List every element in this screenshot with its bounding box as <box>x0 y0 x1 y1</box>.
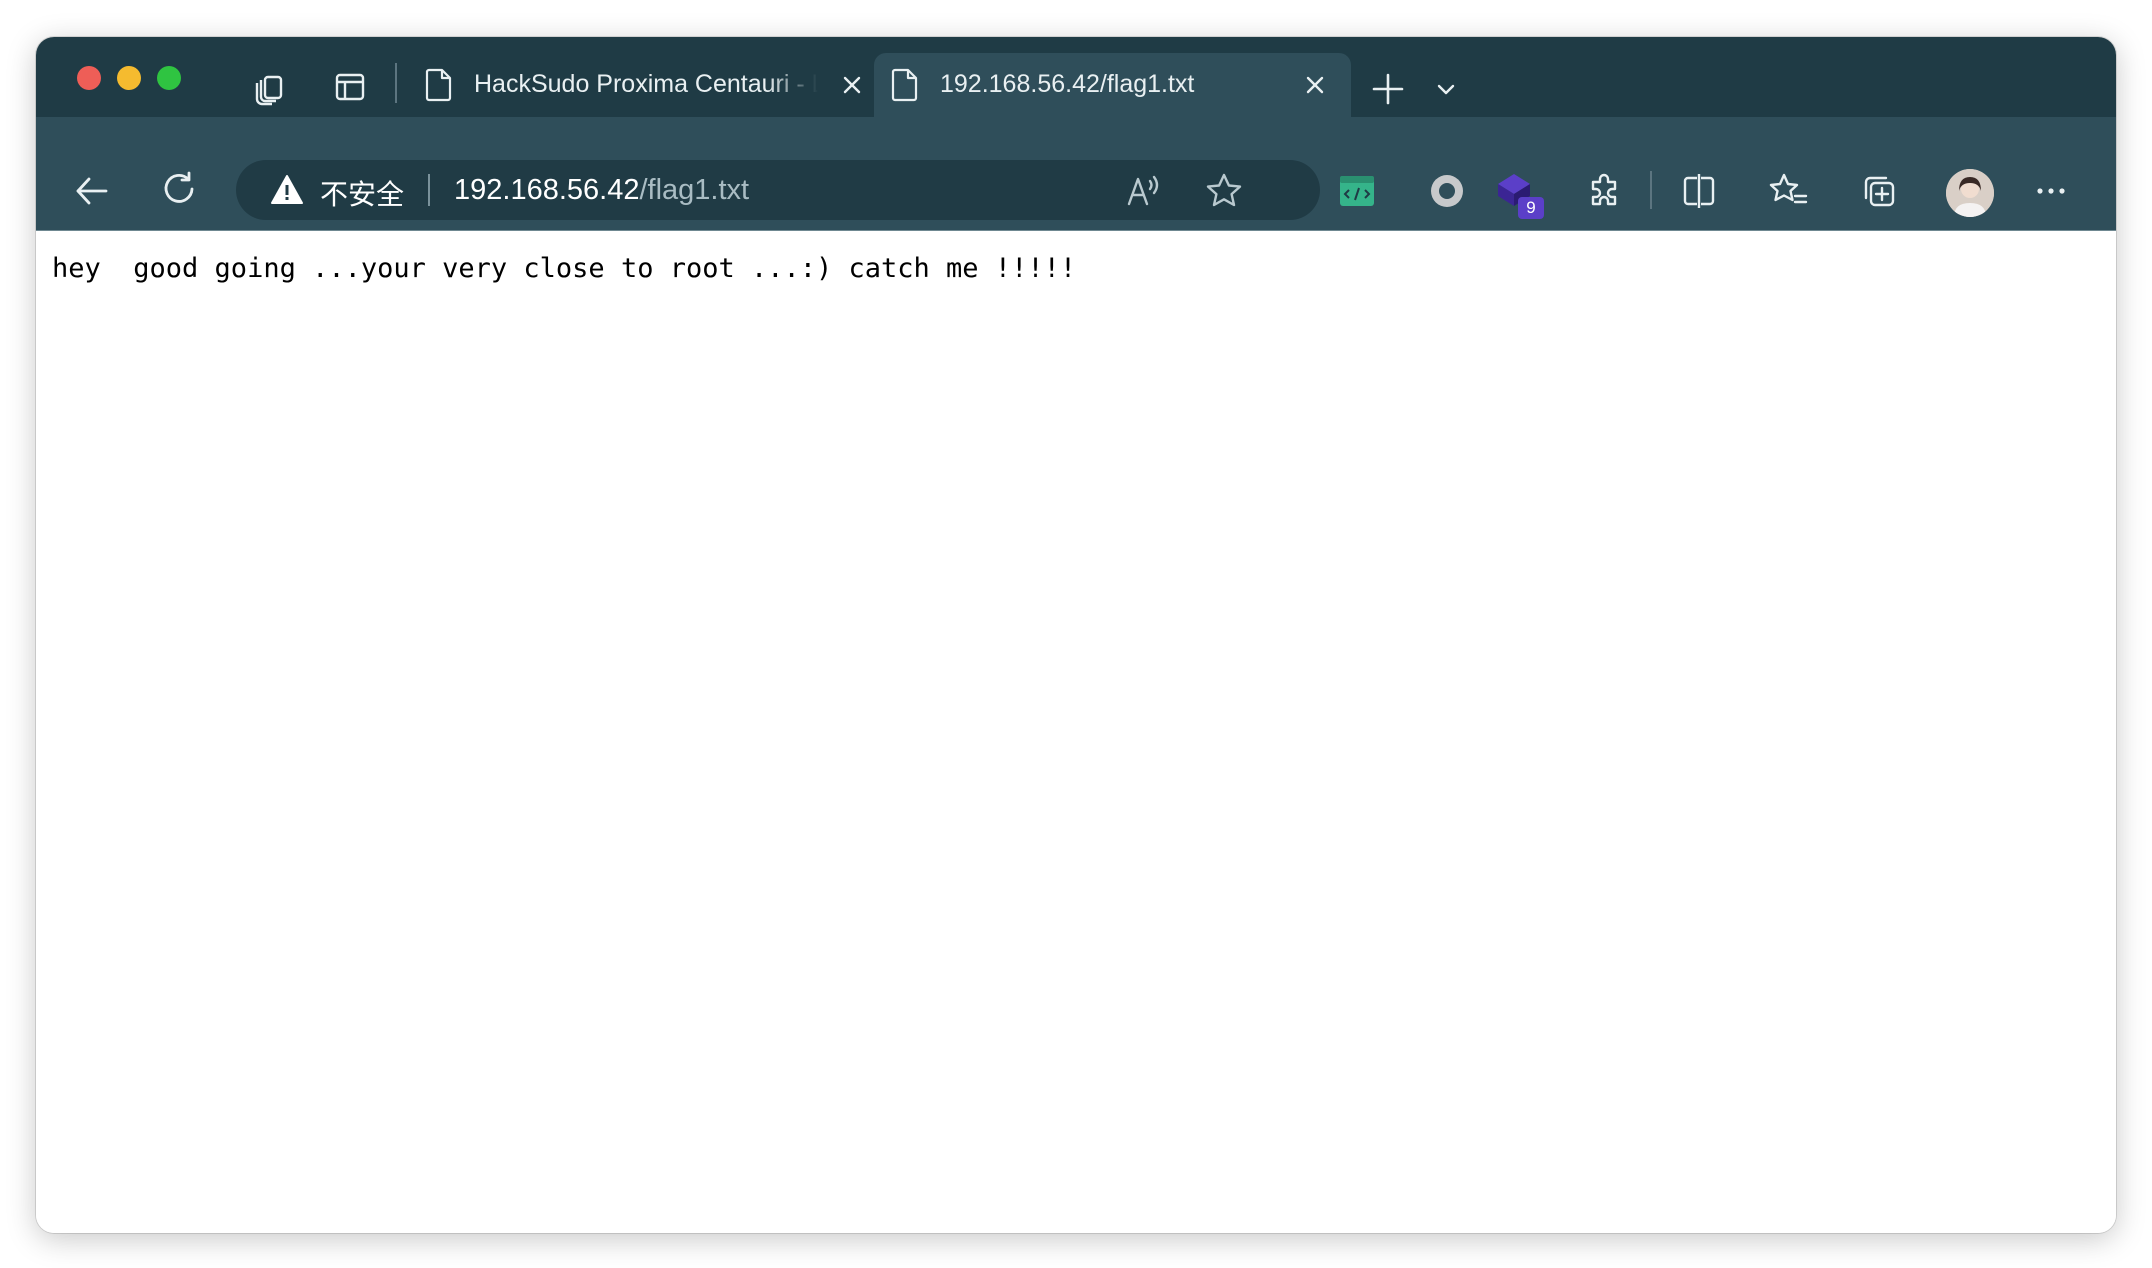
workspaces-icon[interactable] <box>250 67 290 107</box>
page-icon <box>888 67 922 103</box>
tab-strip: HackSudo Proxima Centauri - L 192.168.56… <box>36 37 2116 117</box>
star-icon[interactable] <box>1204 171 1244 211</box>
record-extension-icon[interactable] <box>1424 168 1470 214</box>
security-label[interactable]: 不安全 <box>320 173 404 213</box>
refresh-icon[interactable] <box>156 167 204 215</box>
address-bar[interactable]: 不安全 192.168.56.42/flag1.txt <box>236 160 1320 220</box>
toolbar: 不安全 192.168.56.42/flag1.txt 9 <box>36 117 2116 231</box>
url-path: /flag1.txt <box>639 174 750 206</box>
url-text[interactable]: 192.168.56.42/flag1.txt <box>454 174 749 207</box>
devtools-extension-icon[interactable] <box>1334 168 1380 214</box>
chevron-down-icon[interactable] <box>1432 75 1460 103</box>
toolbar-divider <box>1650 171 1652 209</box>
minimize-window-button[interactable] <box>117 66 141 90</box>
warning-icon[interactable] <box>270 174 304 206</box>
new-tab-button[interactable] <box>1366 67 1410 111</box>
vertical-tabs-icon[interactable] <box>330 67 370 107</box>
page-content: hey good going ...your very close to roo… <box>36 231 2116 1233</box>
extensions-puzzle-icon[interactable] <box>1581 168 1627 214</box>
collections-icon[interactable] <box>1856 168 1902 214</box>
close-icon[interactable] <box>1301 71 1329 99</box>
page-text: hey good going ...your very close to roo… <box>52 253 1077 284</box>
url-host: 192.168.56.42 <box>454 174 640 206</box>
back-arrow-icon[interactable] <box>68 167 116 215</box>
tab-title: 192.168.56.42/flag1.txt <box>940 70 1195 98</box>
browser-window: HackSudo Proxima Centauri - L 192.168.56… <box>36 37 2116 1233</box>
extension-badge: 9 <box>1518 197 1544 219</box>
tab-hacksudo[interactable]: HackSudo Proxima Centauri - L <box>408 53 888 117</box>
tab-strip-divider <box>395 63 397 103</box>
favorites-icon[interactable] <box>1766 168 1812 214</box>
read-aloud-icon[interactable] <box>1124 171 1164 211</box>
address-divider <box>428 174 430 206</box>
close-window-button[interactable] <box>77 66 101 90</box>
split-screen-icon[interactable] <box>1676 168 1722 214</box>
avatar[interactable] <box>1946 169 1994 217</box>
maximize-window-button[interactable] <box>157 66 181 90</box>
tab-title: HackSudo Proxima Centauri - L <box>474 70 818 98</box>
tab-flag1[interactable]: 192.168.56.42/flag1.txt <box>874 53 1351 117</box>
more-menu-icon[interactable] <box>2028 168 2074 214</box>
close-icon[interactable] <box>838 71 866 99</box>
page-icon <box>422 67 456 103</box>
